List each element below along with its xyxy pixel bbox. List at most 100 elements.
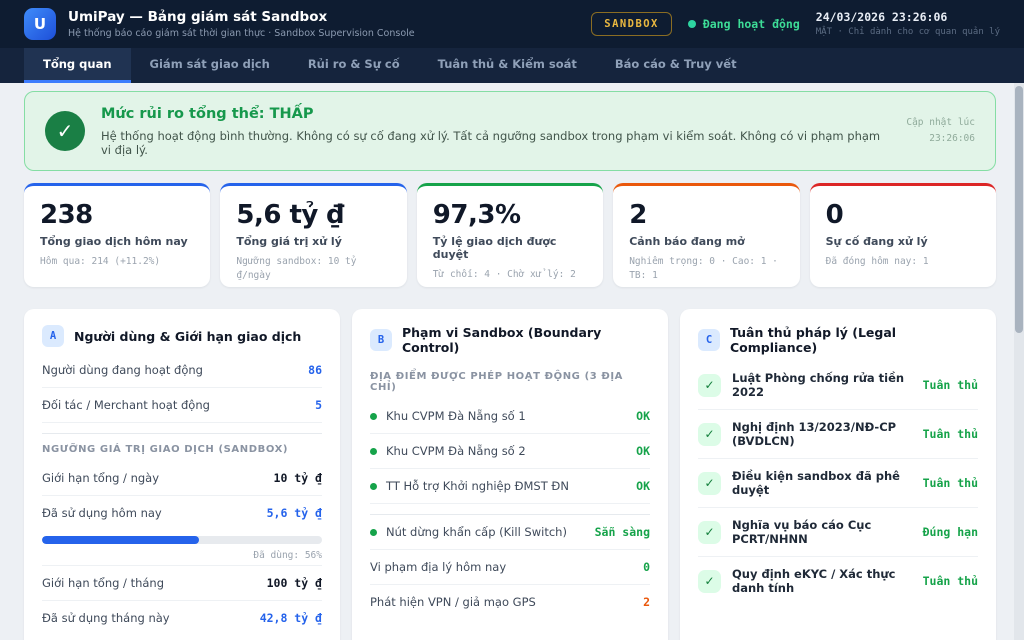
- table-row: Đối tác / Merchant hoạt động 5: [42, 388, 322, 423]
- row-label: Đã sử dụng tháng này: [42, 611, 170, 625]
- check-icon: ✓: [698, 472, 721, 495]
- app-header: U UmiPay — Bảng giám sát Sandbox Hệ thốn…: [0, 0, 1024, 48]
- app-logo: U: [24, 8, 56, 40]
- kill-switch-label: Nút dừng khẩn cấp (Kill Switch): [386, 525, 567, 539]
- metric-row: Phát hiện VPN / giả mạo GPS 2: [370, 585, 650, 619]
- compliance-row: ✓ Điều kiện sandbox đã phê duyệt Tuân th…: [698, 459, 978, 508]
- main-nav-tabs: Tổng quan Giám sát giao dịch Rủi ro & Sự…: [0, 48, 1024, 83]
- tab-rui-ro-su-co[interactable]: Rủi ro & Sự cố: [289, 48, 419, 83]
- row-value: 100 tỷ ₫: [267, 576, 322, 590]
- section-title-thresholds: NGƯỠNG GIÁ TRỊ GIAO DỊCH (SANDBOX): [42, 433, 322, 461]
- stat-label: Tổng giá trị xử lý: [236, 235, 390, 248]
- check-icon: ✓: [698, 374, 721, 397]
- stat-label: Tổng giao dịch hôm nay: [40, 235, 194, 248]
- location-status: OK: [636, 444, 650, 458]
- detail-panels-row: A Người dùng & Giới hạn giao dịch Người …: [24, 309, 996, 640]
- panel-title: Phạm vi Sandbox (Boundary Control): [402, 325, 650, 355]
- stat-subtext: Nghiêm trọng: 0 · Cao: 1 · TB: 1: [629, 255, 783, 284]
- daily-usage-progress: Đã dùng: 56%: [42, 530, 322, 566]
- location-row: Khu CVPM Đà Nẵng số 2 OK: [370, 434, 650, 469]
- scrollbar-thumb[interactable]: [1015, 86, 1023, 333]
- updated-at-time: 23:26:06: [906, 131, 975, 147]
- row-value: 42,8 tỷ ₫: [260, 611, 322, 625]
- kill-switch-status: Sẵn sàng: [595, 525, 650, 539]
- tab-tuan-thu-kiem-soat[interactable]: Tuân thủ & Kiểm soát: [419, 48, 596, 83]
- progress-label: Đã dùng: 56%: [42, 550, 322, 561]
- kill-switch-row: Nút dừng khẩn cấp (Kill Switch) Sẵn sàng: [370, 514, 650, 550]
- table-row: Giới hạn tổng / tháng 100 tỷ ₫: [42, 566, 322, 601]
- status-dot-icon: [688, 20, 696, 28]
- tab-bao-cao-truy-vet[interactable]: Báo cáo & Truy vết: [596, 48, 756, 83]
- stat-value: 0: [826, 200, 980, 230]
- risk-level-description: Hệ thống hoạt động bình thường. Không có…: [101, 129, 890, 157]
- row-label: Phát hiện VPN / giả mạo GPS: [370, 595, 536, 609]
- check-icon: ✓: [698, 521, 721, 544]
- progress-fill: [42, 536, 199, 544]
- compliance-label: Luật Phòng chống rửa tiền 2022: [732, 371, 923, 399]
- tab-tong-quan[interactable]: Tổng quan: [24, 48, 131, 83]
- compliance-label: Điều kiện sandbox đã phê duyệt: [732, 469, 923, 497]
- stat-label: Sự cố đang xử lý: [826, 235, 980, 248]
- row-value: 86: [308, 363, 322, 377]
- panel-users-limits: A Người dùng & Giới hạn giao dịch Người …: [24, 309, 340, 640]
- location-row: TT Hỗ trợ Khởi nghiệp ĐMST ĐN OK: [370, 469, 650, 504]
- stat-label: Cảnh báo đang mở: [629, 235, 783, 248]
- location-status: OK: [636, 479, 650, 493]
- row-label: Đối tác / Merchant hoạt động: [42, 398, 210, 412]
- row-label: Giới hạn tổng / tháng: [42, 576, 164, 590]
- row-value: 2: [643, 595, 650, 609]
- compliance-status: Tuân thủ: [923, 378, 978, 392]
- stat-label: Tỷ lệ giao dịch được duyệt: [433, 235, 587, 261]
- compliance-label: Quy định eKYC / Xác thực danh tính: [732, 567, 923, 595]
- green-dot-icon: [370, 413, 377, 420]
- location-label: TT Hỗ trợ Khởi nghiệp ĐMST ĐN: [386, 479, 569, 493]
- table-row: Người dùng đang hoạt động 86: [42, 353, 322, 388]
- stat-card-approval-rate: 97,3% Tỷ lệ giao dịch được duyệt Từ chối…: [417, 183, 603, 287]
- stat-subtext: Ngưỡng sandbox: 10 tỷ ₫/ngày: [236, 255, 390, 284]
- table-row: Giới hạn tổng / ngày 10 tỷ ₫: [42, 461, 322, 496]
- green-dot-icon: [370, 529, 377, 536]
- risk-level-title: Mức rủi ro tổng thể: THẤP: [101, 106, 890, 122]
- check-circle-icon: ✓: [45, 111, 85, 151]
- row-value: 5: [315, 398, 322, 412]
- compliance-status: Đúng hạn: [923, 525, 978, 539]
- compliance-label: Nghị định 13/2023/NĐ-CP (BVDLCN): [732, 420, 923, 448]
- risk-level-banner: ✓ Mức rủi ro tổng thể: THẤP Hệ thống hoạ…: [24, 91, 996, 171]
- table-row: Đã sử dụng hôm nay 5,6 tỷ ₫: [42, 496, 322, 530]
- page-scrollbar[interactable]: [1014, 83, 1024, 640]
- panel-badge-b: B: [370, 329, 392, 351]
- app-title: UmiPay — Bảng giám sát Sandbox: [68, 9, 415, 26]
- stat-card-open-alerts: 2 Cảnh báo đang mở Nghiêm trọng: 0 · Cao…: [613, 183, 799, 287]
- row-value: 5,6 tỷ ₫: [267, 506, 322, 520]
- row-label: Người dùng đang hoạt động: [42, 363, 203, 377]
- app-subtitle: Hệ thống báo cáo giám sát thời gian thực…: [68, 28, 415, 40]
- stat-subtext: Hôm qua: 214 (+11.2%): [40, 255, 194, 269]
- location-row: Khu CVPM Đà Nẵng số 1 OK: [370, 399, 650, 434]
- system-status: Đang hoạt động: [688, 17, 800, 31]
- panel-badge-c: C: [698, 329, 720, 351]
- row-value: 0: [643, 560, 650, 574]
- stat-card-transactions: 238 Tổng giao dịch hôm nay Hôm qua: 214 …: [24, 183, 210, 287]
- compliance-row: ✓ Luật Phòng chống rửa tiền 2022 Tuân th…: [698, 361, 978, 410]
- row-label: Giới hạn tổng / ngày: [42, 471, 159, 485]
- stat-subtext: Từ chối: 4 · Chờ xử lý: 2: [433, 268, 587, 282]
- table-row: Đã sử dụng tháng này 42,8 tỷ ₫: [42, 601, 322, 635]
- compliance-status: Tuân thủ: [923, 427, 978, 441]
- green-dot-icon: [370, 483, 377, 490]
- progress-track: [42, 536, 322, 544]
- compliance-row: ✓ Nghị định 13/2023/NĐ-CP (BVDLCN) Tuân …: [698, 410, 978, 459]
- monthly-usage-progress: Đã dùng: 42,8%: [42, 635, 322, 640]
- tab-giam-sat-giao-dich[interactable]: Giám sát giao dịch: [131, 48, 289, 83]
- row-label: Đã sử dụng hôm nay: [42, 506, 162, 520]
- panel-sandbox-boundary: B Phạm vi Sandbox (Boundary Control) ĐỊA…: [352, 309, 668, 640]
- stat-card-open-incidents: 0 Sự cố đang xử lý Đã đóng hôm nay: 1: [810, 183, 996, 287]
- compliance-label: Nghĩa vụ báo cáo Cục PCRT/NHNN: [732, 518, 923, 546]
- panel-title: Tuân thủ pháp lý (Legal Compliance): [730, 325, 978, 355]
- stat-subtext: Đã đóng hôm nay: 1: [826, 255, 980, 269]
- green-dot-icon: [370, 448, 377, 455]
- location-label: Khu CVPM Đà Nẵng số 1: [386, 409, 526, 423]
- environment-badge: SANDBOX: [591, 12, 672, 36]
- metric-row: Vi phạm địa lý hôm nay 0: [370, 550, 650, 585]
- panel-legal-compliance: C Tuân thủ pháp lý (Legal Compliance) ✓ …: [680, 309, 996, 640]
- row-label: Vi phạm địa lý hôm nay: [370, 560, 506, 574]
